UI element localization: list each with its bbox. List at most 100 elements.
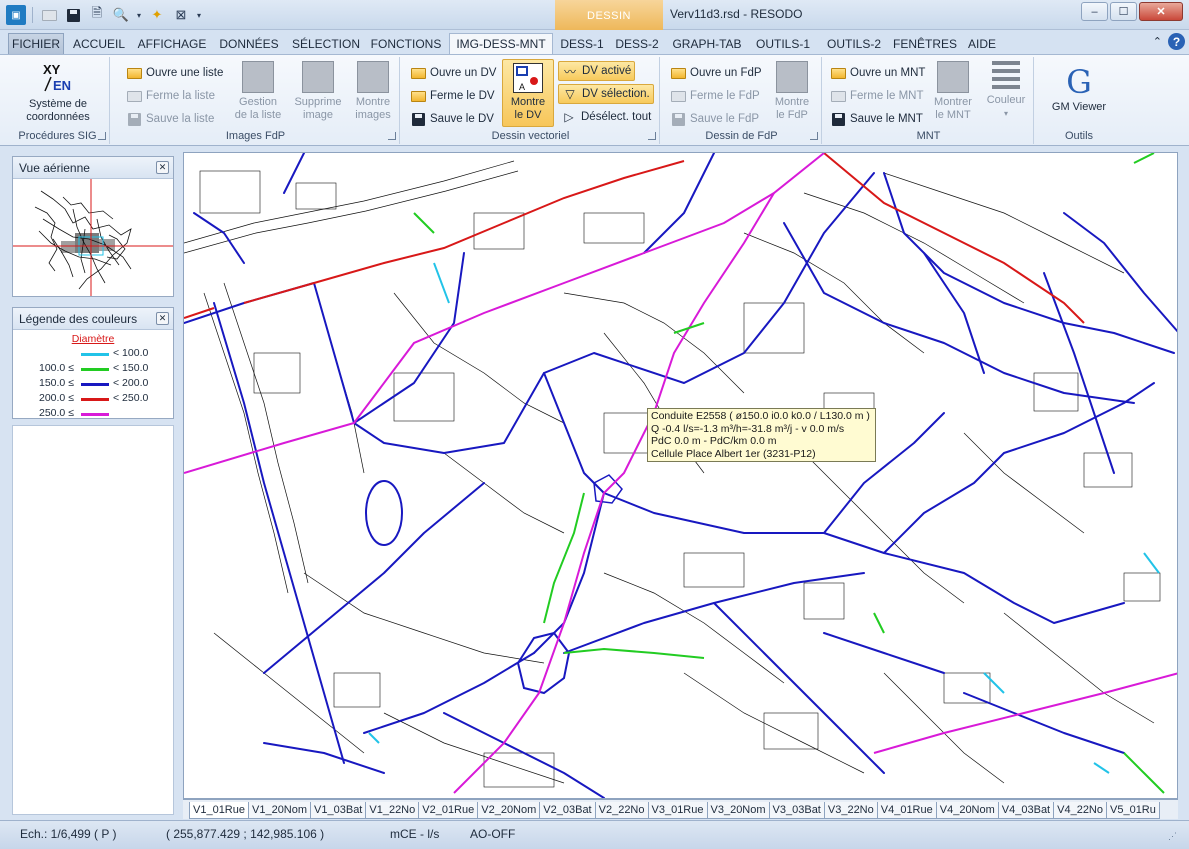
- dropdown-arrow-icon[interactable]: ▾: [195, 5, 203, 25]
- save-icon: [126, 111, 142, 127]
- app-icon[interactable]: ▣: [6, 5, 26, 25]
- close-fdp-button[interactable]: Ferme le FdP: [670, 86, 760, 106]
- close-panel-icon[interactable]: ✕: [156, 161, 169, 174]
- layer-tabs: V1_01Rue V1_20Nom V1_03Bat V1_22No V2_01…: [183, 799, 1178, 819]
- save-icon: [830, 111, 846, 127]
- tab-outils-1[interactable]: OUTILS-1: [750, 33, 816, 54]
- layer-tab[interactable]: V5_01Ru: [1106, 802, 1160, 819]
- scale-readout: Ech.: 1/6,499 ( P ): [20, 827, 117, 841]
- layer-tab[interactable]: V3_20Nom: [706, 802, 770, 819]
- tab-aide[interactable]: AIDE: [962, 33, 1002, 54]
- layer-tab[interactable]: V4_22No: [1053, 802, 1107, 819]
- map-canvas[interactable]: Conduite E2558 ( ø150.0 i0.0 k0.0 / L130…: [183, 152, 1178, 799]
- layer-tab[interactable]: V1_01Rue: [189, 802, 249, 819]
- tab-outils-2[interactable]: OUTILS-2: [820, 33, 888, 54]
- delete-image-icon: [302, 61, 334, 93]
- tab-fenetres[interactable]: FENÊTRES: [892, 33, 958, 54]
- empty-panel-area: [12, 425, 174, 815]
- highlight-star-icon[interactable]: ✦: [147, 5, 167, 25]
- tab-img-dess-mnt[interactable]: IMG-DESS-MNT: [449, 33, 553, 54]
- layer-tab[interactable]: V1_03Bat: [310, 802, 367, 819]
- tab-accueil[interactable]: ACCUEIL: [68, 33, 130, 54]
- delete-image-button[interactable]: Supprime image: [290, 61, 346, 122]
- group-launcher-icon[interactable]: [388, 132, 396, 140]
- ribbon-tab-row: FICHIER ACCUEIL AFFICHAGE DONNÉES SÉLECT…: [0, 30, 1189, 54]
- tab-selection[interactable]: SÉLECTION: [288, 33, 364, 54]
- group-launcher-icon[interactable]: [98, 132, 106, 140]
- deselect-triangle-icon: ▷: [564, 110, 574, 124]
- picture-icon[interactable]: ⊠: [171, 5, 191, 25]
- minimize-button[interactable]: –: [1081, 2, 1108, 21]
- layer-tab[interactable]: V2_20Nom: [477, 802, 541, 819]
- svg-text:A: A: [519, 82, 525, 92]
- open-folder-icon[interactable]: [39, 5, 59, 25]
- pipe-info-tooltip: Conduite E2558 ( ø150.0 i0.0 k0.0 / L130…: [647, 408, 876, 462]
- layer-tab[interactable]: V3_03Bat: [768, 802, 825, 819]
- maximize-button[interactable]: ☐: [1110, 2, 1137, 21]
- show-dv-button[interactable]: A Montre le DV: [502, 59, 554, 127]
- legend-swatch: [81, 368, 109, 371]
- color-button[interactable]: Couleur ▾: [982, 61, 1030, 120]
- show-fdp-button[interactable]: Montre le FdP: [768, 61, 816, 122]
- dv-selection-toggle[interactable]: ▽ DV sélection.: [558, 84, 654, 104]
- open-list-button[interactable]: Ouvre une liste: [126, 63, 223, 83]
- folder-open-icon: [410, 65, 426, 81]
- save-list-button[interactable]: Sauve la liste: [126, 109, 214, 129]
- dv-active-toggle[interactable]: 〰 DV activé: [558, 61, 636, 81]
- resize-grip-icon[interactable]: ⋰: [1168, 831, 1177, 842]
- tab-dess-1[interactable]: DESS-1: [556, 33, 608, 54]
- legend-row: < 100.0: [13, 346, 173, 361]
- group-launcher-icon[interactable]: [648, 132, 656, 140]
- network-map[interactable]: [184, 153, 1178, 799]
- layer-tab[interactable]: V4_20Nom: [935, 802, 999, 819]
- tab-fonctions[interactable]: FONCTIONS: [366, 33, 446, 54]
- layer-tab[interactable]: V4_03Bat: [997, 802, 1055, 819]
- tab-dess-2[interactable]: DESS-2: [610, 33, 664, 54]
- collapse-ribbon-icon[interactable]: ⌃: [1153, 35, 1162, 48]
- manage-list-button[interactable]: Gestion de la liste: [230, 61, 286, 122]
- dropdown-arrow-icon[interactable]: ▾: [135, 5, 143, 25]
- legend-swatch: [81, 383, 109, 386]
- group-launcher-icon[interactable]: [810, 132, 818, 140]
- layer-tab[interactable]: V2_01Rue: [418, 802, 479, 819]
- map-image-icon: [357, 61, 389, 93]
- aerial-view-map[interactable]: [13, 179, 173, 296]
- layer-tab[interactable]: V1_20Nom: [248, 802, 312, 819]
- zoom-icon[interactable]: 🔍: [111, 5, 131, 25]
- grid-map-icon: [776, 61, 808, 93]
- layer-tab[interactable]: V3_22No: [823, 802, 878, 819]
- close-mnt-button[interactable]: Ferme le MNT: [830, 86, 923, 106]
- tab-graph-tab[interactable]: GRAPH-TAB: [668, 33, 746, 54]
- open-mnt-button[interactable]: Ouvre un MNT: [830, 63, 925, 83]
- tab-donnees[interactable]: DONNÉES: [214, 33, 284, 54]
- save-dv-button[interactable]: Sauve le DV: [410, 109, 494, 129]
- help-icon[interactable]: ?: [1168, 33, 1185, 50]
- close-panel-icon[interactable]: ✕: [156, 312, 169, 325]
- layer-tab[interactable]: V2_22No: [594, 802, 649, 819]
- close-list-button[interactable]: Ferme la liste: [126, 86, 215, 106]
- tab-fichier[interactable]: FICHIER: [8, 33, 64, 54]
- layer-tab[interactable]: V2_03Bat: [539, 802, 596, 819]
- close-button[interactable]: ✕: [1139, 2, 1183, 21]
- legend-swatch: [81, 398, 109, 401]
- open-fdp-button[interactable]: Ouvre un FdP: [670, 63, 762, 83]
- tab-affichage[interactable]: AFFICHAGE: [134, 33, 210, 54]
- layer-tab[interactable]: V3_01Rue: [647, 802, 708, 819]
- close-dv-button[interactable]: Ferme le DV: [410, 86, 495, 106]
- vector-drawing-icon: A: [513, 63, 543, 93]
- save-icon[interactable]: [63, 5, 83, 25]
- save-mnt-button[interactable]: Sauve le MNT: [830, 109, 923, 129]
- save-fdp-button[interactable]: Sauve le FdP: [670, 109, 759, 129]
- gm-viewer-button[interactable]: G GM Viewer: [1044, 65, 1114, 114]
- layer-tab[interactable]: V1_22No: [365, 802, 420, 819]
- open-dv-button[interactable]: Ouvre un DV: [410, 63, 496, 83]
- coordinate-system-button[interactable]: XY EN Système de coordonnées: [14, 61, 102, 124]
- layer-tab[interactable]: V4_01Rue: [876, 802, 937, 819]
- show-images-button[interactable]: Montre images: [348, 61, 398, 122]
- group-dessin-fdp: Ouvre un FdP Ferme le FdP Sauve le FdP M…: [662, 57, 822, 144]
- show-mnt-button[interactable]: Montrer le MNT: [928, 61, 978, 122]
- window-controls: – ☐ ✕: [1081, 2, 1183, 21]
- print-preview-icon[interactable]: 🗎: [87, 5, 107, 25]
- deselect-all-button[interactable]: ▷ Désélect. tout: [561, 107, 651, 127]
- title-bar: ▣ 🗎 🔍 ▾ ✦ ⊠ ▾ DESSIN Verv11d3.rsd - RESO…: [0, 0, 1189, 30]
